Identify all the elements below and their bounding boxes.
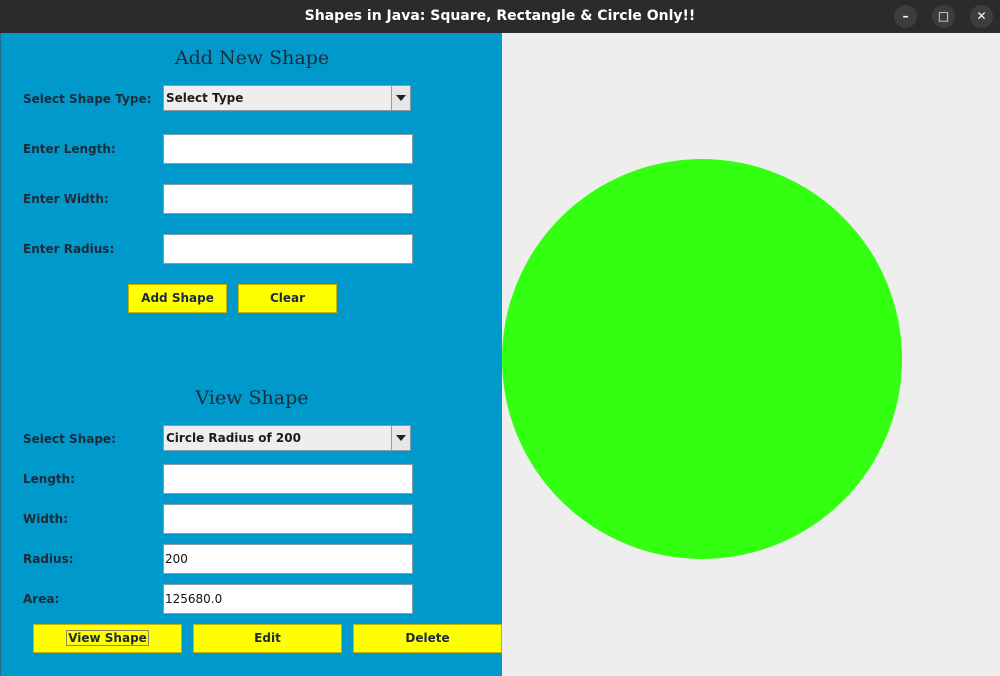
view-radius-field[interactable] — [163, 544, 413, 574]
add-shape-button[interactable]: Add Shape — [128, 284, 227, 313]
add-shape-heading: Add New Shape — [174, 47, 330, 69]
title-bar: Shapes in Java: Square, Rectangle & Circ… — [0, 0, 1000, 33]
circle-shape — [502, 159, 902, 559]
window-title: Shapes in Java: Square, Rectangle & Circ… — [304, 8, 696, 24]
shape-selected: Circle Radius of 200 — [166, 431, 301, 445]
length-input[interactable] — [163, 134, 413, 164]
shape-type-selected: Select Type — [166, 91, 244, 105]
width-label: Enter Width: — [23, 192, 109, 206]
shape-dropdown-button[interactable] — [391, 426, 410, 450]
maximize-icon[interactable]: □ — [932, 5, 955, 28]
radius-label: Enter Radius: — [23, 242, 115, 256]
close-icon[interactable]: ✕ — [970, 5, 993, 28]
radius-input[interactable] — [163, 234, 413, 264]
view-length-label: Length: — [23, 472, 75, 486]
view-shape-label: View Shape — [66, 630, 149, 646]
shape-type-label: Select Shape Type: — [23, 92, 152, 106]
view-length-field[interactable] — [163, 464, 413, 494]
width-input[interactable] — [163, 184, 413, 214]
view-width-field[interactable] — [163, 504, 413, 534]
length-label: Enter Length: — [23, 142, 116, 156]
area-field[interactable] — [163, 584, 413, 614]
delete-button[interactable]: Delete — [353, 624, 502, 653]
view-shape-heading: View Shape — [195, 387, 309, 409]
view-shape-button[interactable]: View Shape — [33, 624, 182, 653]
shape-type-select[interactable]: Select Type — [163, 85, 411, 111]
minimize-icon[interactable]: – — [894, 5, 917, 28]
shape-select[interactable]: Circle Radius of 200 — [163, 425, 411, 451]
drawing-canvas — [502, 33, 1000, 676]
chevron-down-icon — [396, 435, 406, 441]
view-radius-label: Radius: — [23, 552, 74, 566]
shape-type-dropdown-button[interactable] — [391, 86, 410, 110]
select-shape-label: Select Shape: — [23, 432, 116, 446]
area-label: Area: — [23, 592, 60, 606]
chevron-down-icon — [396, 95, 406, 101]
view-width-label: Width: — [23, 512, 69, 526]
edit-button[interactable]: Edit — [193, 624, 342, 653]
clear-button[interactable]: Clear — [238, 284, 337, 313]
control-panel: Add New Shape Select Shape Type: Select … — [0, 33, 502, 676]
